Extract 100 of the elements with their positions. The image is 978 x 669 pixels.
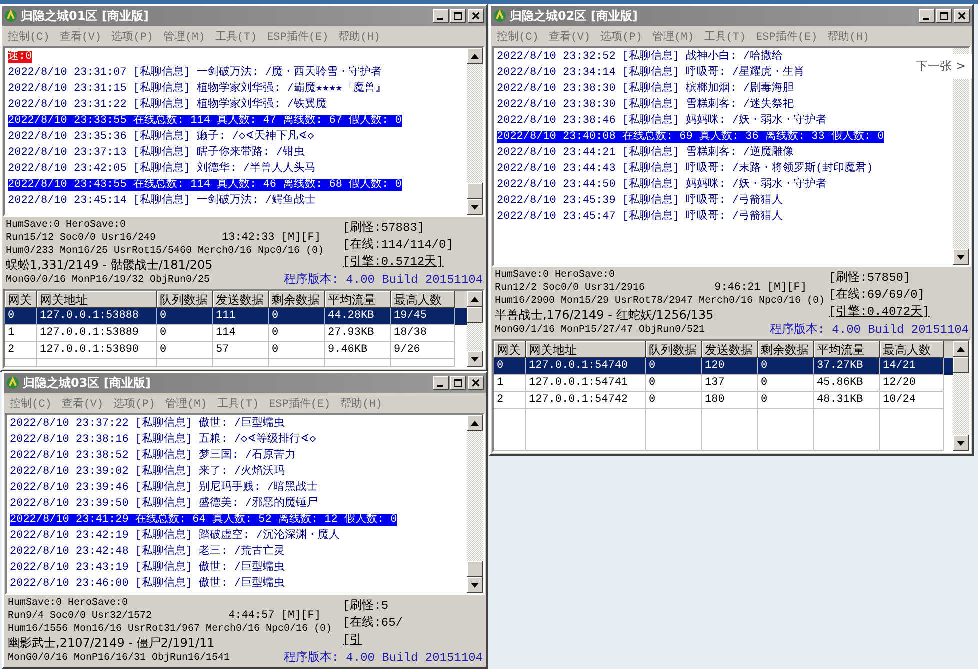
scroll-down-button[interactable] xyxy=(953,249,969,265)
table-row[interactable]: 1 127.0.0.1:53889 0 114 0 27.93KB 18/38 xyxy=(5,325,467,342)
column-header[interactable]: 剩余数据 xyxy=(269,291,325,308)
scroll-down-button[interactable] xyxy=(467,199,483,215)
chat-log-line: 2022/8/10 23:42:05 [私聊信息] 刘德华: /半兽人人头马 xyxy=(8,163,316,175)
scroll-up-button[interactable] xyxy=(467,291,483,307)
minimize-button[interactable] xyxy=(919,9,935,23)
column-header[interactable]: 最高人数 xyxy=(391,291,455,308)
online-count: [在线:69/69/0] xyxy=(829,287,926,304)
column-header[interactable]: 网关 xyxy=(5,291,37,308)
column-header[interactable]: 网关地址 xyxy=(37,291,157,308)
table-cell: 127.0.0.1:53888 xyxy=(37,308,157,325)
close-button[interactable] xyxy=(954,9,970,23)
table-cell: 18/38 xyxy=(391,325,455,342)
version-label: 程序版本: 4.00 Build 20151104 xyxy=(770,323,969,338)
scroll-down-button[interactable] xyxy=(467,577,483,593)
table-cell: 0 xyxy=(758,392,814,409)
mong-status: MonG0/1/16 MonP15/27/47 ObjRun0/521 xyxy=(495,324,706,337)
close-button[interactable] xyxy=(468,9,484,23)
refresh-count: [刷怪:57850] xyxy=(829,270,912,287)
chat-log-line: 2022/8/10 23:45:39 [私聊信息] 呼吸哥: /弓箭猎人 xyxy=(497,195,784,207)
empty-table-cell xyxy=(814,409,880,451)
chat-log-line: 2022/8/10 23:39:02 [私聊信息] 来了: /火焰沃玛 xyxy=(10,466,286,478)
scroll-thumb[interactable] xyxy=(467,183,483,199)
chat-log-line: 2022/8/10 23:35:36 [私聊信息] 癞子: /◇∢天神下凡∢◇ xyxy=(8,131,314,143)
maximize-button[interactable] xyxy=(450,9,466,23)
scroll-down-button[interactable] xyxy=(953,435,969,451)
hum-status: Hum16/2900 Mon15/29 UsrRot78/2947 Merch0/16 Npc0/16 (0) xyxy=(495,295,826,308)
scroll-up-button[interactable] xyxy=(953,341,969,357)
table-row[interactable]: 2 127.0.0.1:53890 0 57 0 9.46KB 9/26 xyxy=(5,342,467,359)
minimize-button[interactable] xyxy=(433,9,449,23)
up-arrow-icon xyxy=(957,346,965,352)
table-cell: 44.28KB xyxy=(325,308,391,325)
scroll-thumb[interactable] xyxy=(467,307,483,323)
table-row[interactable]: 2 127.0.0.1:54742 0 180 0 48.31KB 10/24 xyxy=(494,392,953,409)
scrollbar[interactable] xyxy=(953,341,969,451)
chat-log-line: 2022/8/10 23:38:52 [私聊信息] 梦三国: /石原苦力 xyxy=(10,450,296,462)
empty-table-cell xyxy=(646,409,702,451)
run-status: Run12/2 Soc0/0 Usr31/2916 xyxy=(495,282,646,295)
column-header[interactable]: 发送数据 xyxy=(213,291,269,308)
scrollbar[interactable] xyxy=(467,291,483,367)
scroll-up-button[interactable] xyxy=(467,415,483,431)
maximize-button[interactable] xyxy=(936,9,952,23)
online-count: [在线:114/114/0] xyxy=(343,237,454,254)
minimize-icon xyxy=(437,18,443,20)
down-arrow-icon xyxy=(957,440,965,446)
column-header[interactable]: 发送数据 xyxy=(702,341,758,358)
scrollbar[interactable] xyxy=(467,415,483,593)
engine-uptime-link[interactable]: [引擎:0.4072天] xyxy=(829,304,969,321)
close-button[interactable] xyxy=(468,376,484,390)
table-cell: 48.31KB xyxy=(814,392,880,409)
save-status: HumSave:0 HeroSave:0 xyxy=(8,597,130,610)
chat-log-line: 2022/8/10 23:45:14 [私聊信息] 一剑破万法: /鳄鱼战士 xyxy=(8,195,316,207)
version-label: 程序版本: 4.00 Build 20151104 xyxy=(284,651,483,666)
scroll-up-button[interactable] xyxy=(467,48,483,64)
column-header[interactable]: 队列数据 xyxy=(646,341,702,358)
speed-alert: 速:0 xyxy=(8,51,32,63)
chat-log-line: 2022/8/10 23:38:46 [私聊信息] 妈妈咪: /妖・弱水・守护者 xyxy=(497,115,828,127)
close-icon xyxy=(958,12,966,20)
down-arrow-icon xyxy=(471,356,479,362)
chat-log-line: 2022/8/10 23:44:43 [私聊信息] 呼吸哥: /末路・将领罗斯(封印魔君) xyxy=(497,163,874,175)
column-header[interactable]: 剩余数据 xyxy=(758,341,814,358)
table-cell: 0 xyxy=(758,375,814,392)
empty-table-cell xyxy=(880,409,944,451)
refresh-count: [刷怪:5 xyxy=(343,598,390,615)
empty-table-cell xyxy=(702,409,758,451)
window-title: 归隐之城03区 [商业版] xyxy=(23,374,152,392)
column-header[interactable]: 最高人数 xyxy=(880,341,944,358)
chat-log-line: 2022/8/10 23:46:00 [私聊信息] 傲世: /巨型蠕虫 xyxy=(10,578,286,590)
maximize-button[interactable] xyxy=(450,376,466,390)
chat-log-line: 2022/8/10 23:45:47 [私聊信息] 呼吸哥: /弓箭猎人 xyxy=(497,211,784,223)
table-row[interactable]: 0 127.0.0.1:53888 0 111 0 44.28KB 19/45 xyxy=(5,308,467,325)
down-arrow-icon xyxy=(471,204,479,210)
column-header[interactable]: 平均流量 xyxy=(814,341,880,358)
column-header[interactable]: 网关 xyxy=(494,341,526,358)
table-cell: 120 xyxy=(702,358,758,375)
table-cell: 127.0.0.1:54740 xyxy=(526,358,646,375)
scroll-thumb[interactable] xyxy=(467,561,483,577)
scroll-thumb[interactable] xyxy=(953,357,969,373)
chat-log-line: 2022/8/10 23:31:22 [私聊信息] 植物学家刘华强: /铁翼魔 xyxy=(8,99,328,111)
maximize-icon xyxy=(454,378,462,388)
column-header[interactable]: 网关地址 xyxy=(526,341,646,358)
table-row[interactable]: 1 127.0.0.1:54741 0 137 0 45.86KB 12/20 xyxy=(494,375,953,392)
app-icon xyxy=(6,376,20,390)
table-cell: 37.27KB xyxy=(814,358,880,375)
minimize-button[interactable] xyxy=(433,376,449,390)
table-row[interactable]: 0 127.0.0.1:54740 0 120 0 37.27KB 14/21 xyxy=(494,358,953,375)
engine-uptime-link[interactable]: [引 xyxy=(343,632,483,649)
table-cell: 0 xyxy=(758,358,814,375)
column-header[interactable]: 队列数据 xyxy=(157,291,213,308)
mong-status: MonG0/0/16 MonP16/19/32 ObjRun0/25 xyxy=(6,274,210,287)
table-cell: 45.86KB xyxy=(814,375,880,392)
table-cell: 127.0.0.1:54742 xyxy=(526,392,646,409)
column-header[interactable]: 平均流量 xyxy=(325,291,391,308)
run-status: Run9/4 Soc0/0 Usr32/1572 xyxy=(8,610,152,623)
hum-status: Hum0/233 Mon16/25 UsrRot15/5460 Merch0/16 Npc0/16 (0) xyxy=(6,245,326,258)
scroll-down-button[interactable] xyxy=(467,351,483,367)
scrollbar[interactable] xyxy=(467,48,483,215)
table-cell: 9.46KB xyxy=(325,342,391,359)
engine-uptime-link[interactable]: [引擎:0.5712天] xyxy=(343,254,483,271)
